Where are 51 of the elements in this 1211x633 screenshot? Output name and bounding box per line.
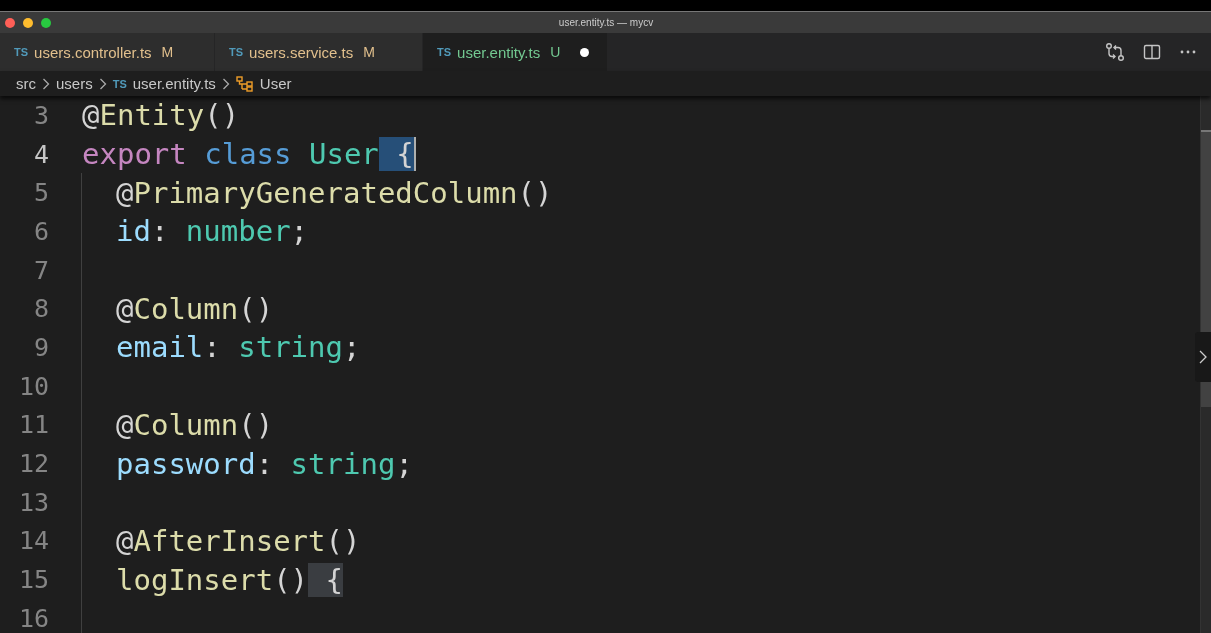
class-symbol-icon bbox=[235, 75, 254, 92]
line-number: 8 bbox=[32, 294, 49, 324]
line-number: 15 bbox=[17, 565, 49, 595]
code-line: logInsert() { bbox=[81, 560, 343, 599]
git-status-label: M bbox=[363, 44, 375, 60]
line-number: 7 bbox=[32, 255, 49, 285]
line-number: 11 bbox=[17, 410, 49, 440]
scrollbar[interactable] bbox=[1200, 96, 1211, 633]
editor-tab[interactable]: TS users.controller.ts M bbox=[0, 33, 215, 71]
chevron-right-icon bbox=[1199, 350, 1207, 364]
typescript-file-icon: TS bbox=[229, 46, 244, 58]
git-status-label: M bbox=[161, 44, 174, 60]
breadcrumb-item[interactable]: user.entity.ts bbox=[132, 75, 216, 92]
line-number: 3 bbox=[32, 100, 49, 130]
git-status-label: U bbox=[550, 44, 561, 60]
line-number: 12 bbox=[17, 449, 49, 479]
line-number: 6 bbox=[32, 216, 49, 246]
window-title: user.entity.ts — mycv bbox=[558, 17, 654, 28]
compare-changes-icon[interactable] bbox=[1103, 40, 1127, 64]
line-number: 4 bbox=[32, 139, 49, 169]
line-number: 5 bbox=[32, 178, 49, 208]
code-line: @Entity() bbox=[81, 97, 240, 135]
code-line: id: number; bbox=[81, 212, 309, 251]
line-number: 16 bbox=[17, 603, 49, 633]
minimize-window-button[interactable] bbox=[23, 17, 33, 28]
chevron-right-icon bbox=[98, 77, 107, 90]
code-line: @Column() bbox=[81, 289, 274, 329]
chevron-right-icon bbox=[42, 77, 50, 90]
line-number: 14 bbox=[17, 526, 49, 556]
chevron-right-icon bbox=[221, 77, 230, 90]
unsaved-dot-icon[interactable] bbox=[580, 47, 590, 57]
code-line: @PrimaryGeneratedColumn() bbox=[81, 173, 553, 213]
line-number: 9 bbox=[32, 332, 49, 362]
typescript-file-icon: TS bbox=[14, 46, 29, 58]
maximize-window-button[interactable] bbox=[41, 17, 51, 28]
editor-tab[interactable]: TS user.entity.ts U bbox=[423, 33, 609, 71]
breadcrumb-item[interactable]: User bbox=[259, 75, 292, 92]
expand-panel-button[interactable] bbox=[1195, 332, 1211, 382]
code-line: @AfterInsert() bbox=[81, 521, 361, 561]
code-line: password: string; bbox=[81, 444, 413, 483]
code-line: export class User { bbox=[81, 136, 416, 174]
code-line: email: string; bbox=[81, 328, 361, 367]
breadcrumb-item[interactable]: src bbox=[16, 75, 36, 92]
line-number: 10 bbox=[17, 371, 49, 401]
breadcrumb-item[interactable]: users bbox=[56, 75, 93, 92]
code-line: @Column() bbox=[81, 405, 274, 445]
line-number: 13 bbox=[17, 487, 49, 517]
typescript-file-icon: TS bbox=[112, 77, 127, 90]
typescript-file-icon: TS bbox=[437, 46, 452, 58]
editor-tab[interactable]: TS users.service.ts M bbox=[215, 33, 423, 71]
close-window-button[interactable] bbox=[5, 17, 15, 28]
